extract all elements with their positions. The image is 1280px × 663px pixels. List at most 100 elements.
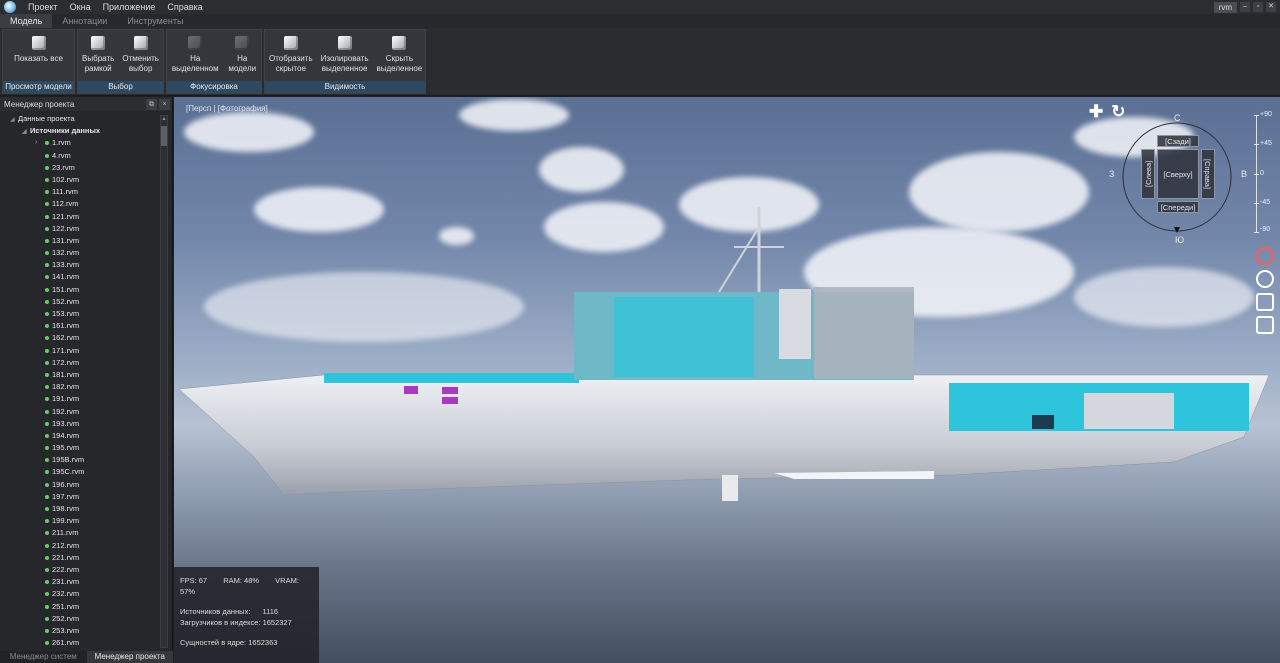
tree-file-item[interactable]: 261.rvm bbox=[0, 637, 160, 648]
minimize-button[interactable]: – bbox=[1240, 2, 1250, 12]
menu-windows[interactable]: Окна bbox=[64, 2, 97, 12]
tree-file-item[interactable]: 111.rvm bbox=[0, 186, 160, 198]
view-cube-compass[interactable]: С Ю З В [Сзади] [Сверху] [Спереди] [Слев… bbox=[1109, 113, 1247, 245]
tree-file-item[interactable]: 181.rvm bbox=[0, 369, 160, 381]
tree-file-item[interactable]: 102.rvm bbox=[0, 174, 160, 186]
file-list: › 1.rvm 4.rvm 23.rvm 102.rvm 111.rvm 112.rvm 12… bbox=[0, 137, 160, 648]
hide-selected-button[interactable]: Скрыть выделенное bbox=[373, 30, 427, 82]
scroll-thumb[interactable] bbox=[161, 126, 167, 146]
isolate-selected-button[interactable]: Изолировать выделенное bbox=[317, 30, 373, 82]
tree-file-item[interactable]: 191.rvm bbox=[0, 393, 160, 405]
tree-file-item[interactable]: 121.rvm bbox=[0, 211, 160, 223]
group-focus: На выделенном На модели Фокусировка bbox=[166, 29, 262, 94]
measure-icon[interactable] bbox=[1256, 316, 1274, 334]
tree-file-item[interactable]: 195B.rvm bbox=[0, 454, 160, 466]
tree-file-label: 181.rvm bbox=[52, 369, 80, 379]
loaders-label: Загрузчиков в индексе: bbox=[180, 618, 261, 627]
tree-file-label: 162.rvm bbox=[52, 333, 80, 343]
tree-file-item[interactable]: 212.rvm bbox=[0, 540, 160, 552]
tree-file-item[interactable]: 252.rvm bbox=[0, 613, 160, 625]
tree-file-item[interactable]: 253.rvm bbox=[0, 625, 160, 637]
tree-file-item[interactable]: 196.rvm bbox=[0, 479, 160, 491]
tree-file-item[interactable]: 151.rvm bbox=[0, 284, 160, 296]
scale-label: -45 bbox=[1260, 199, 1271, 206]
status-dot-icon bbox=[45, 507, 49, 511]
tree-file-item[interactable]: 112.rvm bbox=[0, 198, 160, 210]
tree-file-label: 198.rvm bbox=[52, 504, 80, 513]
view-left-button[interactable]: [Слева] bbox=[1141, 149, 1155, 199]
menu-application[interactable]: Приложение bbox=[97, 2, 162, 12]
tab-tools[interactable]: Инструменты bbox=[117, 14, 193, 28]
3d-viewport[interactable]: [Персп | [Фотография] ✚ ↻ С Ю З В [Сзади… bbox=[174, 97, 1280, 663]
tree-data-sources[interactable]: ◢ Источники данных bbox=[0, 125, 160, 137]
view-mode-label[interactable]: [Персп | [Фотография] bbox=[186, 104, 268, 113]
tree-file-label: 132.rvm bbox=[52, 248, 80, 258]
show-all-button[interactable]: Показать все bbox=[10, 30, 67, 82]
tree-file-item[interactable]: 161.rvm bbox=[0, 320, 160, 332]
scroll-up-icon[interactable]: ▲ bbox=[161, 116, 167, 124]
tab-system-manager[interactable]: Менеджер систем bbox=[0, 651, 87, 663]
tree-file-item[interactable]: 221.rvm bbox=[0, 552, 160, 564]
elevation-scale[interactable]: +90 +45 0 -45 -90 bbox=[1254, 111, 1280, 233]
tree-file-item[interactable]: 152.rvm bbox=[0, 296, 160, 308]
tree-file-item[interactable]: 232.rvm bbox=[0, 588, 160, 600]
section-box-icon[interactable] bbox=[1256, 293, 1274, 311]
clear-selection-button[interactable]: Отменить выбор bbox=[118, 30, 163, 82]
tree-root[interactable]: ◢ Данные проекта bbox=[0, 113, 160, 125]
view-top-button[interactable]: [Сверху] bbox=[1157, 149, 1199, 199]
maximize-button[interactable]: ▫ bbox=[1253, 2, 1263, 12]
tree-file-item[interactable]: 182.rvm bbox=[0, 381, 160, 393]
tree-file-item[interactable]: 162.rvm bbox=[0, 332, 160, 344]
tree-file-item[interactable]: 197.rvm bbox=[0, 491, 160, 503]
tree-file-item[interactable]: 172.rvm bbox=[0, 357, 160, 369]
expand-arrow-icon[interactable]: › bbox=[35, 137, 37, 149]
focus-model-button[interactable]: На модели bbox=[224, 30, 260, 82]
tree-file-item[interactable]: 251.rvm bbox=[0, 601, 160, 613]
tree-file-item[interactable]: 23.rvm bbox=[0, 162, 160, 174]
document-tab[interactable]: rvm bbox=[1213, 1, 1237, 13]
tree-file-item[interactable]: 211.rvm bbox=[0, 527, 160, 539]
tree-file-item[interactable]: 198.rvm bbox=[0, 503, 160, 515]
tree-file-item[interactable]: › 1.rvm bbox=[0, 137, 160, 149]
show-hidden-button[interactable]: Отобразить скрытое bbox=[265, 30, 317, 82]
tree-file-item[interactable]: 194.rvm bbox=[0, 430, 160, 442]
menu-project[interactable]: Проект bbox=[22, 2, 64, 12]
tree-file-item[interactable]: 132.rvm bbox=[0, 247, 160, 259]
close-button[interactable]: ✕ bbox=[1266, 2, 1276, 12]
tree-file-item[interactable]: 193.rvm bbox=[0, 418, 160, 430]
tree-file-item[interactable]: 153.rvm bbox=[0, 308, 160, 320]
tree-file-item[interactable]: 195.rvm bbox=[0, 442, 160, 454]
tree-file-item[interactable]: 131.rvm bbox=[0, 235, 160, 247]
tree-file-item[interactable]: 133.rvm bbox=[0, 259, 160, 271]
tab-annotations[interactable]: Аннотации bbox=[52, 14, 117, 28]
tree-file-item[interactable]: 192.rvm bbox=[0, 406, 160, 418]
tree-file-item[interactable]: 4.rvm bbox=[0, 150, 160, 162]
location-pin-icon[interactable] bbox=[1256, 247, 1274, 265]
tab-project-manager[interactable]: Менеджер проекта bbox=[86, 651, 173, 663]
tree-file-item[interactable]: 141.rvm bbox=[0, 271, 160, 283]
view-back-button[interactable]: [Сзади] bbox=[1157, 135, 1199, 147]
panel-float-button[interactable]: ⧉ bbox=[146, 98, 157, 110]
tree-file-label: 196.rvm bbox=[52, 479, 80, 489]
tree-file-label: 172.rvm bbox=[52, 357, 80, 367]
box-select-button[interactable]: Выбрать рамкой bbox=[78, 30, 118, 82]
focus-selected-button[interactable]: На выделенном bbox=[168, 30, 223, 82]
tree-file-item[interactable]: 199.rvm bbox=[0, 515, 160, 527]
tree-scrollbar[interactable]: ▲ bbox=[160, 115, 168, 648]
tree-file-item[interactable]: 231.rvm bbox=[0, 576, 160, 588]
status-dot-icon bbox=[45, 604, 49, 609]
add-icon[interactable]: ✚ bbox=[1089, 102, 1103, 122]
menu-help[interactable]: Справка bbox=[161, 2, 208, 12]
view-front-button[interactable]: [Спереди] bbox=[1157, 201, 1199, 213]
view-right-button[interactable]: [Справа] bbox=[1201, 149, 1215, 199]
tree-file-label: 252.rvm bbox=[52, 613, 80, 623]
tree-file-item[interactable]: 222.rvm bbox=[0, 564, 160, 576]
ship-model[interactable] bbox=[174, 97, 1280, 663]
scale-label: -90 bbox=[1260, 226, 1271, 233]
panel-close-button[interactable]: × bbox=[159, 98, 170, 110]
globe-icon[interactable] bbox=[1256, 270, 1274, 288]
tree-file-item[interactable]: 171.rvm bbox=[0, 345, 160, 357]
tree-file-item[interactable]: 195C.rvm bbox=[0, 466, 160, 478]
tab-model[interactable]: Модель bbox=[0, 14, 53, 28]
tree-file-item[interactable]: 122.rvm bbox=[0, 223, 160, 235]
